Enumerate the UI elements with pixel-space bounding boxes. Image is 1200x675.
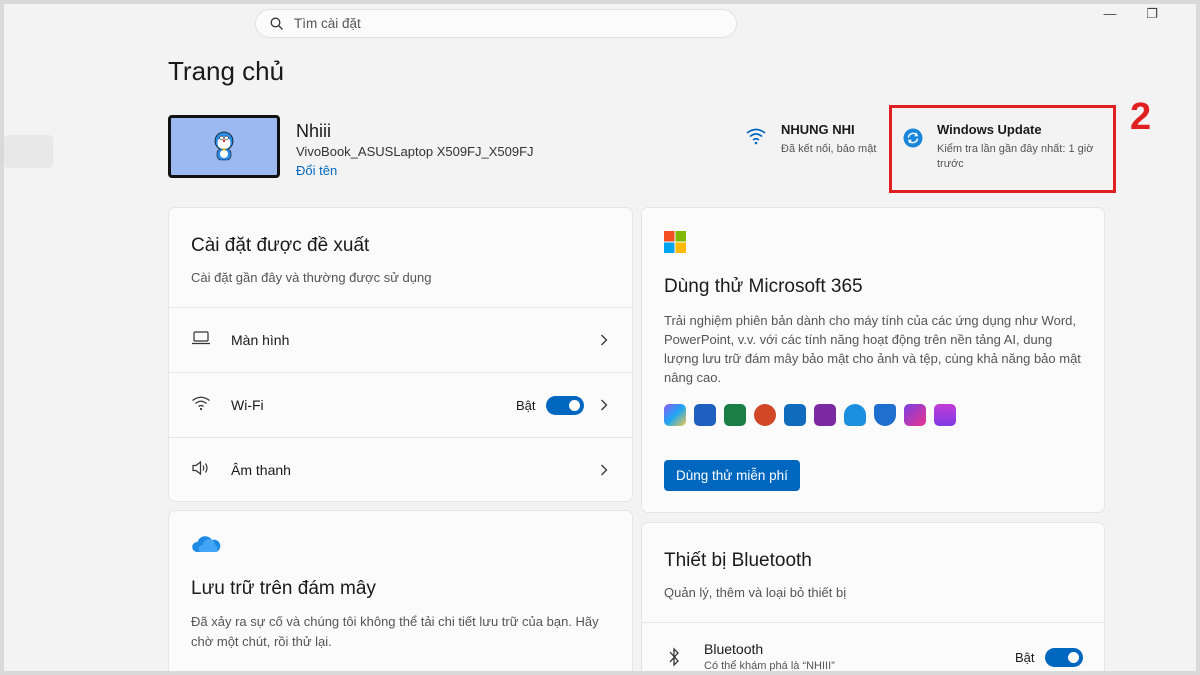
cloud-storage-title: Lưu trữ trên đám mây (191, 578, 376, 599)
restore-button[interactable]: ❐ (1137, 6, 1167, 22)
cloud-storage-description: Đã xảy ra sự cố và chúng tôi không thể t… (191, 614, 599, 649)
bluetooth-card: Thiết bị Bluetooth Quản lý, thêm và loại… (641, 522, 1105, 675)
cloud-storage-card: Lưu trữ trên đám mây Đã xảy ra sự cố và … (168, 510, 633, 675)
chevron-right-icon (601, 334, 608, 346)
chevron-right-icon (601, 399, 608, 411)
minimize-button[interactable]: — (1095, 6, 1125, 21)
annotation-number: 2 (1130, 96, 1152, 138)
recommended-row-wifi[interactable]: Wi-Fi Bật (169, 372, 632, 437)
rename-link[interactable]: Đổi tên (296, 163, 337, 178)
excel-icon (724, 404, 746, 426)
device-wallpaper-thumbnail[interactable] (168, 115, 280, 178)
speaker-icon (192, 460, 208, 476)
bluetooth-title: Thiết bị Bluetooth (664, 550, 812, 571)
wifi-toggle[interactable] (546, 396, 584, 415)
bluetooth-row-title: Bluetooth (704, 641, 764, 657)
clipchamp-icon (904, 404, 926, 426)
onenote-icon (814, 404, 836, 426)
designer-icon (934, 404, 956, 426)
recommended-row-label: Âm thanh (231, 462, 291, 478)
wifi-icon (746, 128, 766, 145)
bluetooth-row-subtitle: Có thể khám phá là “NHIII” (704, 660, 835, 672)
try-free-button[interactable]: Dùng thử miễn phí (664, 460, 800, 491)
microsoft365-title: Dùng thử Microsoft 365 (664, 276, 863, 297)
onedrive-cloud-icon (192, 536, 221, 552)
search-icon (270, 17, 283, 30)
recommended-settings-subtitle: Cài đặt gần đây và thường được sử dụng (191, 270, 432, 285)
recommended-settings-card: Cài đặt được đề xuất Cài đặt gần đây và … (168, 207, 633, 502)
monitor-icon (192, 331, 210, 345)
bluetooth-toggle-label: Bật (1015, 650, 1035, 665)
microsoft365-app-icons (664, 404, 956, 426)
powerpoint-icon (754, 404, 776, 426)
wifi-toggle-label: Bật (516, 397, 536, 413)
wifi-icon (192, 396, 210, 411)
copilot-icon (664, 404, 686, 426)
wifi-network-name[interactable]: NHUNG NHI (781, 122, 855, 137)
defender-icon (874, 404, 896, 426)
microsoft365-description: Trải nghiệm phiên bản dành cho máy tính … (664, 313, 1081, 385)
search-box[interactable] (255, 9, 737, 38)
microsoft365-card: Dùng thử Microsoft 365 Trải nghiệm phiên… (641, 207, 1105, 513)
microsoft-logo-icon (664, 231, 686, 253)
word-icon (694, 404, 716, 426)
annotation-highlight-box (889, 105, 1116, 193)
bluetooth-toggle[interactable] (1045, 648, 1083, 667)
bluetooth-icon (669, 647, 679, 667)
page-title: Trang chủ (168, 56, 285, 86)
search-input[interactable] (294, 16, 694, 31)
device-model: VivoBook_ASUSLaptop X509FJ_X509FJ (296, 144, 534, 159)
chevron-right-icon (601, 464, 608, 476)
recommended-row-label: Màn hình (231, 332, 290, 348)
device-name: Nhiii (296, 121, 332, 141)
bluetooth-subtitle: Quản lý, thêm và loại bỏ thiết bị (664, 585, 847, 600)
recommended-settings-title: Cài đặt được đề xuất (191, 235, 370, 256)
doraemon-image-icon (214, 131, 234, 160)
recommended-row-sound[interactable]: Âm thanh (169, 437, 632, 502)
recommended-row-label: Wi-Fi (231, 397, 264, 413)
outlook-icon (784, 404, 806, 426)
onedrive-icon (844, 404, 866, 426)
recommended-row-display[interactable]: Màn hình (169, 307, 632, 372)
wifi-connection-status: Đã kết nối, bảo mật (781, 143, 877, 155)
nav-selection-indicator (4, 135, 53, 168)
